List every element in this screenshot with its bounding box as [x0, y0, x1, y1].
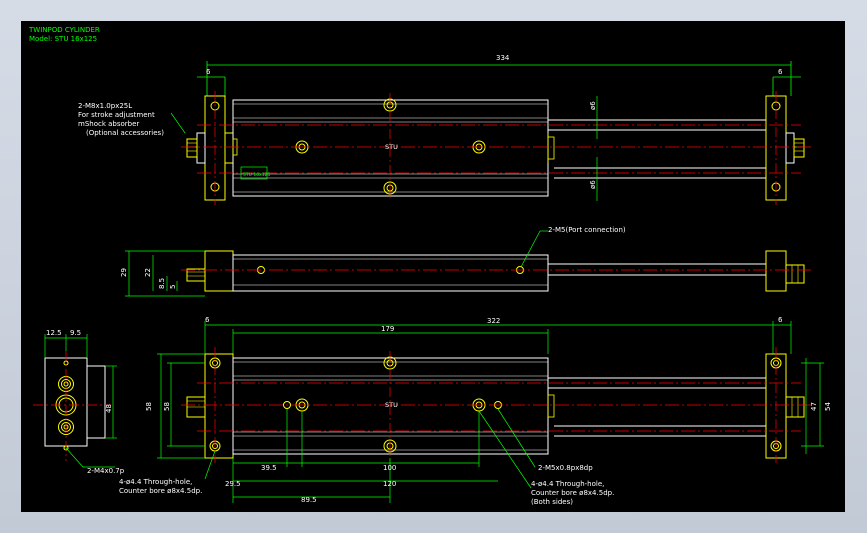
dim-8-5: 8.5	[158, 278, 166, 289]
dim-9-5: 9.5	[70, 329, 81, 337]
dim-58: 58	[145, 402, 153, 411]
through-hole-right-2: Counter bore ø8x4.5dp.	[531, 489, 614, 497]
m4-note: 2-M4x0.7p	[87, 467, 125, 475]
dim-89-5: 89.5	[301, 496, 317, 504]
dim-29: 29	[120, 268, 128, 277]
stroke-note-line4: (Optional accessories)	[86, 129, 164, 137]
dim-54: 54	[824, 402, 832, 411]
dim-12-5: 12.5	[46, 329, 62, 337]
dim-6-left-bottom: 6	[205, 316, 210, 324]
through-hole-right-1: 4-ø4.4 Through-hole,	[531, 480, 604, 488]
through-hole-right-3: (Both sides)	[531, 498, 573, 506]
dim-rod2: ø6	[589, 180, 597, 189]
dim-22: 22	[144, 268, 152, 277]
drawing-model: Model: STU 16x125	[29, 35, 97, 43]
dim-58-inner: 58	[163, 402, 171, 411]
stroke-note-line1: 2-M8x1.0px25L	[78, 102, 132, 110]
top-view	[170, 61, 811, 205]
dim-48: 48	[105, 404, 113, 413]
dim-29-5: 29.5	[225, 480, 241, 488]
end-view	[33, 334, 117, 468]
dim-100: 100	[383, 464, 396, 472]
dim-39-5: 39.5	[261, 464, 277, 472]
body-label-top: STU	[385, 143, 398, 151]
bottom-view	[157, 321, 824, 503]
side-view	[125, 230, 811, 297]
stroke-note-line3: mShock absorber	[78, 120, 139, 128]
dim-120: 120	[383, 480, 396, 488]
port-connection-note: 2-M5(Port connection)	[548, 226, 626, 234]
through-hole-left-1: 4-ø4.4 Through-hole,	[119, 478, 192, 486]
dim-6-right-top: 6	[778, 68, 783, 76]
dim-rod1: ø6	[589, 101, 597, 110]
m5-note: 2-M5x0.8px8dp	[538, 464, 593, 472]
dim-179: 179	[381, 325, 394, 333]
name-plate: STU 16x125	[243, 172, 270, 178]
drawing-title: TWINPOD CYLINDER	[28, 26, 100, 34]
dim-47: 47	[810, 402, 818, 411]
dim-322: 322	[487, 317, 500, 325]
stroke-note-line2: For stroke adjustment	[78, 111, 155, 119]
dim-6-left-top: 6	[206, 68, 211, 76]
through-hole-left-2: Counter bore ø8x4.5dp.	[119, 487, 202, 495]
cad-drawing-viewport[interactable]: TWINPOD CYLINDER Model: STU 16x125 334 6…	[21, 21, 845, 512]
body-label-bottom: STU	[385, 401, 398, 409]
dim-5: 5	[169, 285, 177, 289]
dim-334: 334	[496, 54, 510, 62]
dim-6-right-bottom: 6	[778, 316, 783, 324]
technical-drawing: TWINPOD CYLINDER Model: STU 16x125 334 6…	[28, 26, 832, 506]
